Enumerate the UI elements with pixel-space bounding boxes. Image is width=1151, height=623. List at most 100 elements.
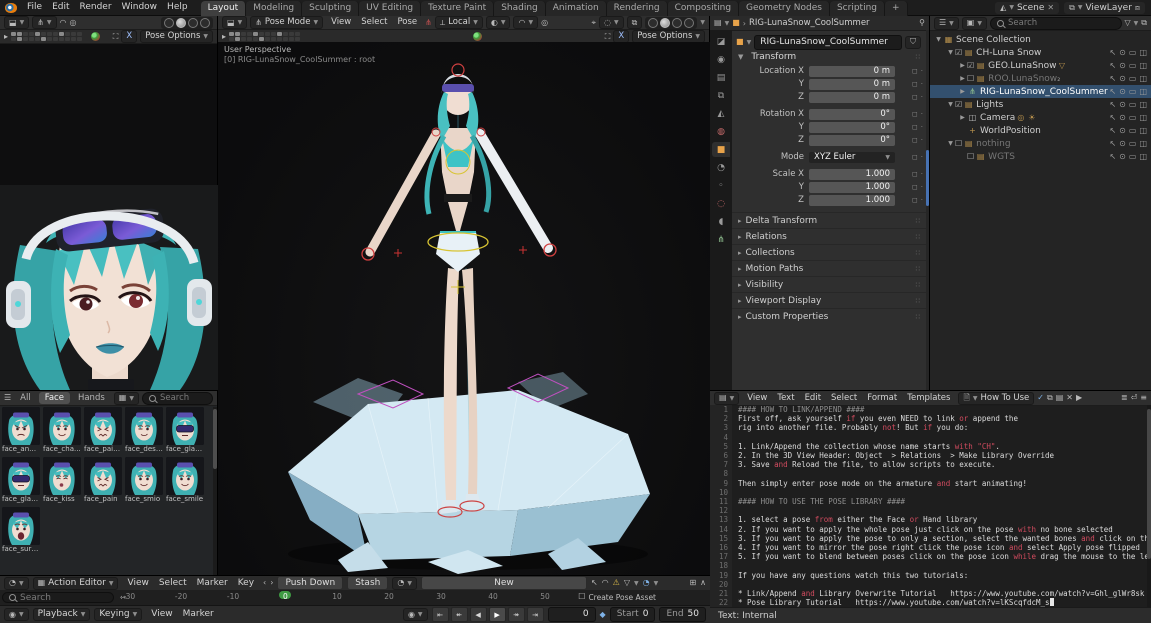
bone-layer-cell[interactable] bbox=[71, 32, 76, 36]
properties-tab-physics[interactable]: ◌ bbox=[712, 196, 730, 211]
outliner-row[interactable]: ▼☑▤Lights↖⊙▭◫ bbox=[930, 98, 1151, 111]
bone-layer-cell[interactable] bbox=[253, 37, 258, 41]
bone-layer-cell[interactable] bbox=[29, 37, 34, 41]
syntax-highlight-toggle-icon[interactable]: ≡ bbox=[1140, 393, 1147, 403]
outliner-row[interactable]: ▶☐▤ROO.LunaSnow₂↖⊙▭◫ bbox=[930, 72, 1151, 85]
bone-layer-cell[interactable] bbox=[53, 37, 58, 41]
outliner-row[interactable]: ▼☐▤nothing↖⊙▭◫ bbox=[930, 137, 1151, 150]
pose-thumbnail[interactable] bbox=[2, 407, 40, 445]
hide-eye-icon[interactable]: ⊙ bbox=[1119, 61, 1126, 70]
decorator-icon[interactable]: · bbox=[921, 110, 923, 118]
lock-icon[interactable]: ◻ bbox=[912, 153, 918, 161]
hamburger-menu-icon[interactable]: ☰ bbox=[4, 393, 11, 403]
rendered-shading-icon[interactable] bbox=[684, 18, 694, 28]
hide-eye-icon[interactable]: ⊙ bbox=[1119, 100, 1126, 109]
fullscreen-icon[interactable]: ⛶ bbox=[113, 32, 119, 42]
outliner-row[interactable]: ▶☑▤GEO.LunaSnow▽↖⊙▭◫ bbox=[930, 59, 1151, 72]
pose-asset-item[interactable]: face_surp... bbox=[2, 507, 40, 554]
expander-icon[interactable]: ▼ bbox=[946, 49, 955, 56]
auto-keying-toggle[interactable]: ◉▼ bbox=[4, 608, 29, 621]
expander-icon[interactable]: ▼ bbox=[946, 101, 955, 108]
pose-asset-item[interactable]: face_angry bbox=[2, 407, 40, 454]
expander-icon[interactable]: ▼ bbox=[934, 36, 943, 43]
exclude-checkbox[interactable]: ☐ bbox=[967, 74, 974, 83]
dope-menu-view[interactable]: View bbox=[122, 576, 153, 591]
decorator-icon[interactable]: · bbox=[921, 183, 923, 191]
cursor-select-icon[interactable]: ↖ bbox=[591, 578, 598, 588]
keying-dropdown[interactable]: Keying▼ bbox=[94, 608, 142, 621]
pivot-point-dropdown[interactable]: ◐▼ bbox=[486, 16, 511, 29]
text-menu-edit[interactable]: Edit bbox=[800, 391, 826, 406]
properties-tab-scene[interactable]: ◭ bbox=[712, 106, 730, 121]
bone-layer-cell[interactable] bbox=[241, 37, 246, 41]
current-frame-indicator[interactable]: 0 bbox=[279, 591, 291, 599]
viewport-disable-icon[interactable]: ▭ bbox=[1129, 126, 1137, 135]
bone-layers-grid[interactable] bbox=[229, 32, 300, 41]
properties-tab-tool[interactable]: ◪ bbox=[712, 34, 730, 49]
lock-icon[interactable]: ◻ bbox=[912, 93, 918, 101]
bone-layer-cell[interactable] bbox=[259, 32, 264, 36]
decorator-icon[interactable]: · bbox=[921, 196, 923, 204]
pose-asset-item[interactable]: face_cha... bbox=[43, 407, 81, 454]
decorator-icon[interactable]: · bbox=[921, 80, 923, 88]
axis-x-toggle[interactable]: X bbox=[121, 30, 137, 43]
transform-orientation-dropdown[interactable]: ⟂Local▼ bbox=[435, 16, 483, 29]
editor-type-selector[interactable]: ⬓▼ bbox=[222, 16, 247, 29]
properties-tab-particles[interactable]: ◦ bbox=[712, 178, 730, 193]
field-z[interactable]: 1.000 bbox=[809, 195, 895, 206]
bone-layer-cell[interactable] bbox=[23, 37, 28, 41]
bone-layer-cell[interactable] bbox=[283, 37, 288, 41]
pose-asset-item[interactable]: face_kiss bbox=[43, 457, 81, 504]
pose-asset-item[interactable]: face_pain bbox=[84, 457, 122, 504]
section-collections[interactable]: ▸Collections∷ bbox=[732, 244, 927, 260]
pose-thumbnail[interactable] bbox=[84, 457, 122, 495]
section-visibility[interactable]: ▸Visibility∷ bbox=[732, 276, 927, 292]
play-reverse-button[interactable]: ◀ bbox=[470, 607, 487, 622]
outliner-row[interactable]: +WorldPosition↖⊙▭◫ bbox=[930, 124, 1151, 137]
bone-layer-cell[interactable] bbox=[271, 32, 276, 36]
previous-keyframe-button[interactable]: ↞ bbox=[451, 607, 468, 622]
new-collection-icon[interactable]: ⧉ bbox=[1141, 18, 1147, 28]
field-y[interactable]: 1.000 bbox=[809, 182, 895, 193]
overlays-dropdown[interactable]: ◌▼ bbox=[599, 16, 624, 29]
render-disable-icon[interactable]: ◫ bbox=[1139, 48, 1147, 57]
material-shading-icon[interactable] bbox=[188, 18, 198, 28]
bone-layer-cell[interactable] bbox=[29, 32, 34, 36]
bone-layer-cell[interactable] bbox=[235, 37, 240, 41]
bone-layer-cell[interactable] bbox=[229, 32, 234, 36]
next-action-icon[interactable]: › bbox=[270, 578, 273, 588]
workspace-tab-rendering[interactable]: Rendering bbox=[607, 1, 668, 16]
properties-tab-constraints[interactable]: ◖ bbox=[712, 214, 730, 229]
bone-layer-cell[interactable] bbox=[17, 32, 22, 36]
filter-funnel-icon[interactable]: ▽ bbox=[624, 578, 630, 588]
bone-layer-cell[interactable] bbox=[59, 32, 64, 36]
decorator-icon[interactable]: · bbox=[921, 123, 923, 131]
timeline-ruler[interactable]: Search ⇿ -30-20-1001020304050 ☐ Create P… bbox=[0, 590, 710, 605]
blender-logo-icon[interactable] bbox=[5, 3, 17, 13]
play-button[interactable]: ▶ bbox=[489, 607, 506, 622]
bone-layer-cell[interactable] bbox=[41, 32, 46, 36]
pose-thumbnail[interactable] bbox=[125, 407, 163, 445]
hide-eye-icon[interactable]: ⊙ bbox=[1119, 87, 1126, 96]
pin-icon[interactable]: ⚲ bbox=[919, 18, 925, 28]
bone-layer-cell[interactable] bbox=[35, 32, 40, 36]
viewport-disable-icon[interactable]: ▭ bbox=[1129, 61, 1137, 70]
field-mode[interactable]: XYZ Euler▼ bbox=[809, 152, 895, 163]
expander-icon[interactable]: ▶ bbox=[958, 75, 967, 82]
bone-layers-grid[interactable] bbox=[11, 32, 82, 41]
asset-search-input[interactable]: Search bbox=[142, 392, 213, 405]
lock-icon[interactable]: ◻ bbox=[912, 67, 918, 75]
lock-icon[interactable]: ◻ bbox=[912, 123, 918, 131]
viewport-disable-icon[interactable]: ▭ bbox=[1129, 100, 1137, 109]
prev-action-icon[interactable]: ‹ bbox=[263, 578, 266, 588]
ghost-blue-icon[interactable]: ◔ bbox=[643, 578, 650, 588]
section-relations[interactable]: ▸Relations∷ bbox=[732, 228, 927, 244]
frame-start-field[interactable]: Start0 bbox=[610, 607, 656, 622]
workspace-tab-animation[interactable]: Animation bbox=[546, 1, 607, 16]
bone-layer-cell[interactable] bbox=[47, 32, 52, 36]
play-tool-icon[interactable]: ▸ bbox=[4, 32, 8, 42]
selectable-icon[interactable]: ↖ bbox=[1109, 139, 1116, 148]
mode-selector[interactable]: ⋔▼ bbox=[32, 16, 56, 29]
pose-thumbnail[interactable] bbox=[43, 457, 81, 495]
pose-asset-item[interactable]: face_glas... bbox=[2, 457, 40, 504]
